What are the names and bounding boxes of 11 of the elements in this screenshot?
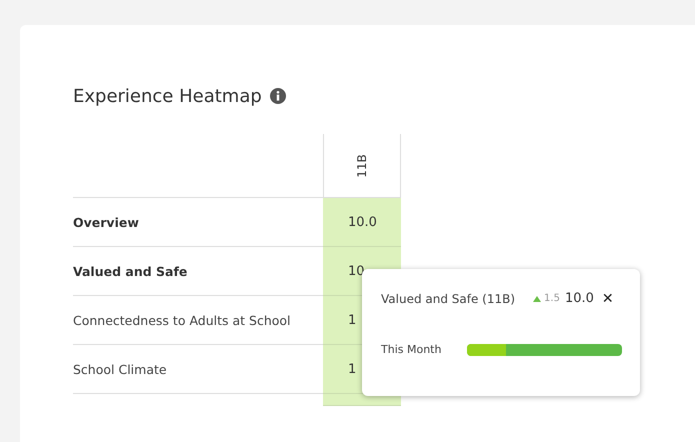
heatmap-title: Experience Heatmap bbox=[73, 86, 262, 106]
score-value: 10.0 bbox=[564, 291, 594, 306]
row-label: School Climate bbox=[73, 362, 167, 376]
row-label: Overview bbox=[73, 214, 139, 230]
close-button[interactable]: ✕ bbox=[602, 292, 614, 306]
change-value: 1.5 bbox=[544, 293, 560, 304]
row-label: Valued and Safe bbox=[73, 264, 188, 278]
column-header: 11B bbox=[355, 154, 369, 178]
info-icon[interactable] bbox=[270, 88, 286, 104]
heatmap-cell: 10.0 bbox=[323, 198, 401, 247]
row-label: Connectedness to Adults at School bbox=[73, 312, 291, 328]
